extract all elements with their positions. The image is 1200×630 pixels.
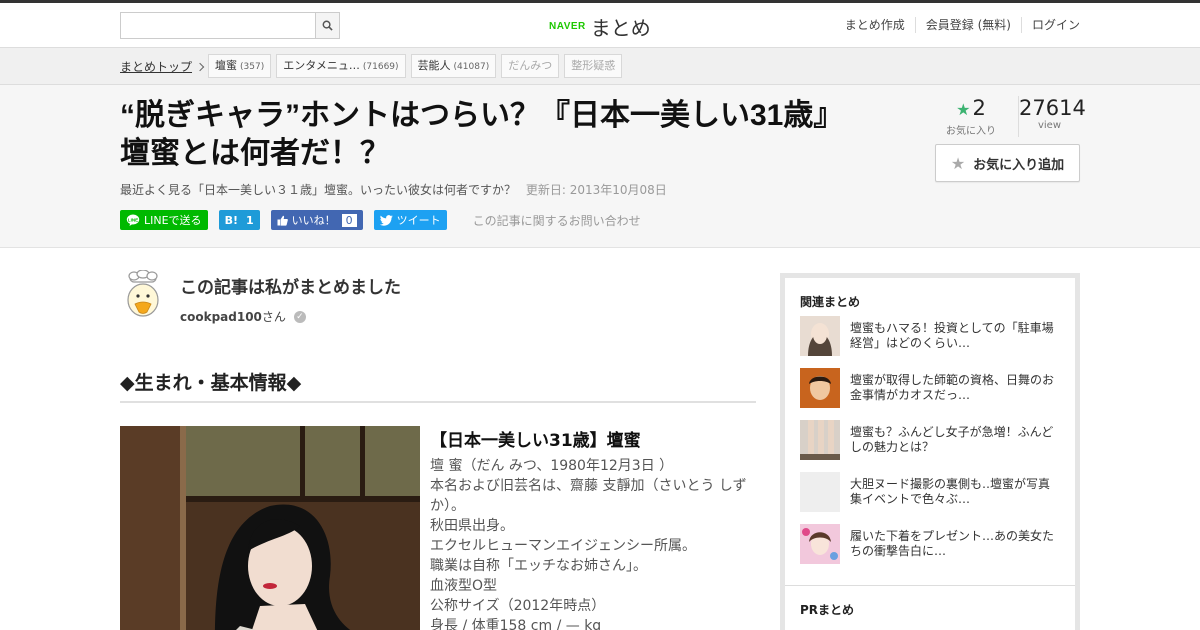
- naver-matome-logo[interactable]: NAVER まとめ: [549, 12, 651, 41]
- login-link[interactable]: ログイン: [1020, 17, 1080, 33]
- views-stat: 27614 view: [1018, 96, 1086, 137]
- add-favorite-button[interactable]: ★ お気に入り追加: [935, 144, 1080, 182]
- author-avatar[interactable]: [120, 270, 166, 320]
- twitter-bird-icon: [379, 214, 393, 226]
- star-icon: ★: [956, 100, 971, 119]
- tweet-label: ツイート: [396, 214, 441, 227]
- profile-photo[interactable]: [120, 426, 420, 630]
- article-title: “脱ぎキャラ”ホントはつらい？『日本一美しい31歳』壇蜜とは何者だ！？: [120, 99, 829, 170]
- author-suffix: さん: [261, 310, 286, 324]
- tag-count: (41087): [453, 62, 490, 72]
- profile-line: エクセルヒューマンエイジェンシー所属。: [430, 538, 696, 554]
- author-heading: この記事は私がまとめました: [180, 278, 401, 298]
- facebook-like-count: 0: [341, 213, 357, 227]
- profile-info: 【日本一美しい31歳】壇蜜 壇 蜜（だん みつ、1980年12月3日 ） 本名お…: [430, 426, 756, 630]
- share-buttons: LINE LINEで送る B! 1 いいね！ 0 ツイート この記事に関するお問…: [120, 210, 641, 230]
- related-title: 履いた下着をプレゼント…あの美女たちの衝撃告白に…: [850, 529, 1055, 558]
- updated-date: 更新日: 2013年10月08日: [525, 183, 667, 197]
- facebook-like-button[interactable]: いいね！ 0: [270, 210, 363, 230]
- related-thumbnail: [800, 420, 840, 460]
- search-icon: [322, 20, 333, 31]
- line-share-button[interactable]: LINE LINEで送る: [120, 210, 208, 230]
- related-item[interactable]: 壇蜜もハマる！投資としての「駐車場経営」はどのくらい…: [800, 310, 1075, 362]
- svg-text:LINE: LINE: [128, 218, 138, 223]
- related-item[interactable]: 履いた下着をプレゼント…あの美女たちの衝撃告白に…: [800, 518, 1075, 570]
- search-box: [120, 12, 340, 39]
- article-inquiry-link[interactable]: この記事に関するお問い合わせ: [473, 212, 641, 229]
- article-header: “脱ぎキャラ”ホントはつらい？『日本一美しい31歳』壇蜜とは何者だ！？ 最近よく…: [0, 85, 1200, 248]
- tag-link[interactable]: 整形疑惑: [564, 54, 623, 78]
- profile-line: 身長 / 体重158 cm / — kg: [430, 618, 602, 630]
- profile-line: 本名および旧芸名は、齋藤 支靜加（さいとう しずか）。: [430, 478, 747, 514]
- related-title: 壇蜜も？ふんどし女子が急増！ふんどしの魅力とは？: [850, 425, 1054, 454]
- search-button[interactable]: [315, 13, 339, 38]
- related-thumbnail: [800, 472, 840, 512]
- register-link[interactable]: 会員登録 (無料): [914, 17, 1021, 33]
- profile-line: 職業は自称「エッチなお姉さん」。: [430, 558, 647, 574]
- related-title: 壇蜜が取得した師範の資格、日舞のお金事情がカオスだっ…: [850, 373, 1055, 402]
- article-stats: ★2 お気に入り 27614 view: [941, 96, 1086, 137]
- related-title: 大胆ヌード撮影の裏側も‥壇蜜が写真集イベントで色々ぶ…: [850, 477, 1051, 506]
- related-thumbnail: [800, 316, 840, 356]
- tag-link[interactable]: 芸能人 (41087): [410, 54, 497, 78]
- views-label: view: [1037, 120, 1062, 131]
- article-description: 最近よく見る「日本一美しい３１歳」壇蜜。いったい彼女は何者ですか？ 更新日: 2…: [120, 181, 667, 198]
- logo-text: まとめ: [590, 16, 651, 40]
- tag-label: 芸能人: [417, 59, 451, 72]
- sidebar-divider: [785, 585, 1075, 586]
- breadcrumb-bar: まとめトップ 壇蜜 (357) エンタメニュ… (71669) 芸能人 (41087)…: [0, 48, 1200, 85]
- tag-count: (71669): [362, 62, 399, 72]
- section-heading: ◆生まれ・基本情報◆: [120, 368, 756, 403]
- tag-count: (357): [240, 62, 265, 72]
- favorites-label: お気に入り: [946, 126, 996, 137]
- user-nav: まとめ作成 会員登録 (無料) ログイン: [835, 17, 1080, 33]
- author-box: この記事は私がまとめました cookpad100 さん ✓: [120, 270, 401, 325]
- related-item[interactable]: 壇蜜も？ふんどし女子が急増！ふんどしの魅力とは？: [800, 414, 1075, 466]
- line-icon: LINE: [126, 214, 140, 226]
- add-favorite-label: お気に入り追加: [973, 157, 1065, 173]
- description-text: 最近よく見る「日本一美しい３１歳」壇蜜。いったい彼女は何者ですか？: [120, 183, 517, 197]
- line-share-label: LINEで送る: [144, 214, 202, 227]
- author-name-link[interactable]: cookpad100: [180, 310, 262, 324]
- tag-link[interactable]: エンタメニュ… (71669): [276, 54, 406, 78]
- related-thumbnail: [800, 368, 840, 408]
- views-count: 27614: [1019, 96, 1086, 120]
- hatena-count: 1: [245, 213, 254, 227]
- profile-line: 壇 蜜（だん みつ、1980年12月3日 ）: [430, 458, 674, 474]
- related-title: 壇蜜もハマる！投資としての「駐車場経営」はどのくらい…: [850, 321, 1054, 350]
- create-matome-link[interactable]: まとめ作成: [835, 17, 915, 33]
- tag-link[interactable]: 壇蜜 (357): [208, 54, 272, 78]
- hatena-bookmark-button[interactable]: B! 1: [218, 210, 260, 230]
- search-input[interactable]: [121, 13, 315, 38]
- logo-brand: NAVER: [549, 21, 586, 32]
- pr-heading: PRまとめ: [800, 603, 855, 617]
- tag-link[interactable]: だんみつ: [501, 54, 560, 78]
- verified-check-icon: ✓: [293, 310, 306, 323]
- favorites-count: 2: [972, 96, 986, 120]
- thumbs-up-icon: [277, 215, 288, 226]
- tweet-button[interactable]: ツイート: [373, 210, 447, 230]
- hatena-icon: B!: [224, 213, 238, 227]
- breadcrumb-top-link[interactable]: まとめトップ: [120, 58, 192, 75]
- related-item[interactable]: 大胆ヌード撮影の裏側も‥壇蜜が写真集イベントで色々ぶ…: [800, 466, 1075, 518]
- author-name-row: cookpad100 さん ✓: [180, 308, 401, 325]
- related-sidebar: 関連まとめ 壇蜜もハマる！投資としての「駐車場経営」はどのくらい… 壇蜜が取得し…: [780, 273, 1080, 630]
- star-icon: ★: [950, 153, 966, 173]
- tag-label: 整形疑惑: [571, 59, 616, 72]
- tag-label: 壇蜜: [215, 59, 238, 72]
- profile-line: 秋田県出身。: [430, 518, 514, 534]
- breadcrumb: まとめトップ 壇蜜 (357) エンタメニュ… (71669) 芸能人 (41087)…: [120, 54, 627, 78]
- related-item[interactable]: 壇蜜が取得した師範の資格、日舞のお金事情がカオスだっ…: [800, 362, 1075, 414]
- profile-line: 血液型O型: [430, 578, 498, 594]
- favorites-stat: ★2 お気に入り: [941, 96, 1001, 137]
- facebook-like-label: いいね！: [291, 214, 336, 227]
- tag-label: エンタメニュ…: [283, 59, 360, 72]
- related-heading: 関連まとめ: [800, 295, 861, 309]
- profile-line: 公称サイズ（2012年時点）: [430, 598, 606, 614]
- related-thumbnail: [800, 524, 840, 564]
- tag-label: だんみつ: [508, 59, 553, 72]
- top-bar: NAVER まとめ まとめ作成 会員登録 (無料) ログイン: [0, 0, 1200, 48]
- profile-title: 【日本一美しい31歳】壇蜜: [430, 431, 641, 451]
